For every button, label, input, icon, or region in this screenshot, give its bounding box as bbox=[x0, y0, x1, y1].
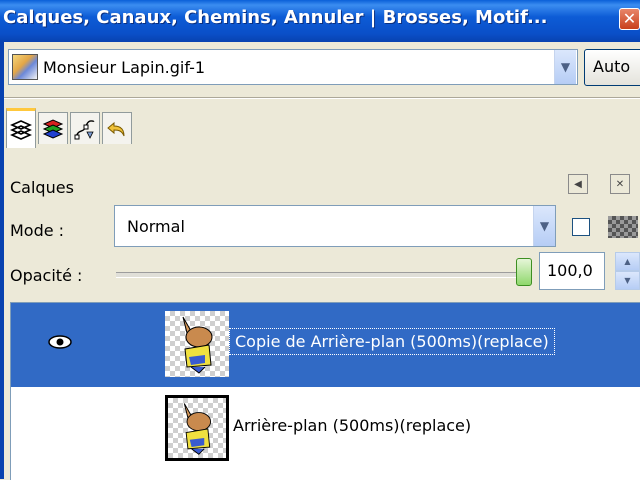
layers-icon bbox=[10, 119, 32, 140]
layer-name[interactable]: Arrière-plan (500ms)(replace) bbox=[233, 416, 471, 435]
rabbit-thumbnail-icon bbox=[183, 403, 212, 455]
layer-thumbnail bbox=[165, 395, 229, 461]
transparency-lock-icon bbox=[608, 216, 638, 238]
opacity-input[interactable]: 100,0 bbox=[539, 252, 605, 290]
dock-tabs bbox=[4, 106, 640, 148]
layer-list[interactable]: Copie de Arrière-plan (500ms)(replace) A… bbox=[10, 302, 640, 480]
layer-name[interactable]: Copie de Arrière-plan (500ms)(replace) bbox=[229, 328, 555, 355]
panel-close-button[interactable]: ✕ bbox=[610, 174, 630, 194]
tab-paths[interactable] bbox=[70, 112, 100, 144]
opacity-slider-handle[interactable] bbox=[516, 258, 532, 286]
image-selector-row: Monsieur Lapin.gif-1 ▼ Auto bbox=[4, 49, 640, 89]
keep-transparency-checkbox[interactable] bbox=[572, 218, 590, 236]
paths-icon bbox=[74, 119, 95, 139]
image-selector[interactable]: Monsieur Lapin.gif-1 ▼ bbox=[8, 49, 578, 85]
opacity-label: Opacité : bbox=[10, 266, 83, 285]
channels-icon bbox=[42, 118, 64, 139]
spin-up-button[interactable]: ▲ bbox=[615, 252, 640, 271]
opacity-spinner: ▲ ▼ bbox=[615, 252, 640, 290]
auto-button[interactable]: Auto bbox=[584, 49, 640, 86]
image-thumbnail-icon bbox=[12, 54, 38, 80]
mode-dropdown[interactable]: ▼ bbox=[533, 206, 555, 246]
undo-history-icon bbox=[107, 121, 125, 136]
layer-thumbnail bbox=[165, 311, 229, 377]
mode-select[interactable]: Normal ▼ bbox=[114, 205, 556, 247]
close-icon: ✕ bbox=[622, 9, 637, 28]
chevron-down-icon: ▼ bbox=[560, 60, 571, 74]
eye-icon[interactable] bbox=[47, 334, 73, 350]
panel-title: Calques bbox=[10, 178, 74, 197]
divider bbox=[4, 98, 640, 99]
image-selector-value: Monsieur Lapin.gif-1 bbox=[43, 58, 206, 77]
window-title: Calques, Canaux, Chemins, Annuler | Bros… bbox=[3, 7, 548, 28]
title-bar[interactable]: Calques, Canaux, Chemins, Annuler | Bros… bbox=[0, 0, 640, 42]
triangle-left-icon: ◀ bbox=[574, 178, 582, 190]
rabbit-thumbnail-icon bbox=[182, 316, 213, 374]
layer-row[interactable]: Copie de Arrière-plan (500ms)(replace) bbox=[11, 303, 640, 387]
opacity-slider[interactable] bbox=[116, 272, 526, 278]
triangle-down-icon: ▼ bbox=[624, 276, 631, 285]
spin-down-button[interactable]: ▼ bbox=[615, 271, 640, 290]
triangle-up-icon: ▲ bbox=[624, 257, 631, 266]
tab-channels[interactable] bbox=[38, 112, 68, 144]
chevron-down-icon: ▼ bbox=[539, 219, 550, 233]
close-button[interactable]: ✕ bbox=[619, 8, 640, 30]
layer-row[interactable]: Arrière-plan (500ms)(replace) bbox=[11, 387, 640, 471]
tab-undo-history[interactable] bbox=[102, 112, 132, 144]
panel-menu-button[interactable]: ◀ bbox=[568, 174, 588, 194]
mode-value: Normal bbox=[127, 217, 185, 236]
mode-label: Mode : bbox=[10, 221, 65, 240]
tab-layers[interactable] bbox=[6, 108, 36, 148]
image-selector-dropdown[interactable]: ▼ bbox=[554, 50, 576, 84]
close-icon: ✕ bbox=[615, 178, 625, 190]
layers-panel: Calques ◀ ✕ Mode : Normal ▼ Opacité : 10… bbox=[4, 148, 640, 480]
